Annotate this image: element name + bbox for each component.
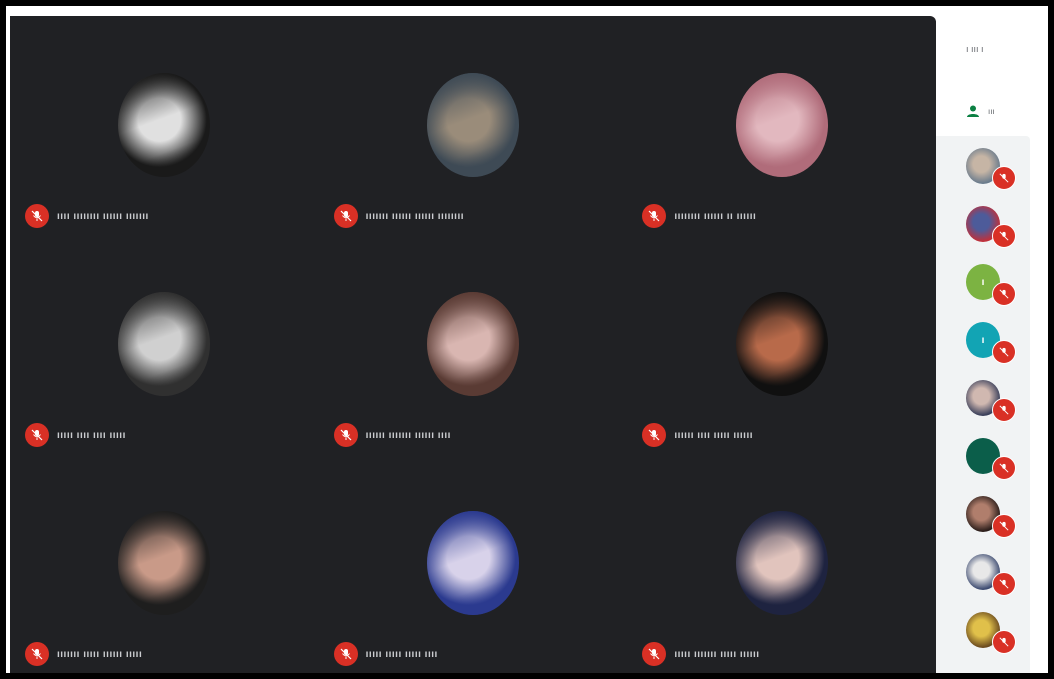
mic-off-icon xyxy=(999,637,1009,647)
mic-off-icon xyxy=(31,648,43,660)
participant-name: ııııı ııııııı ııııı ıııııı xyxy=(674,648,760,660)
mic-off-badge xyxy=(642,642,667,666)
participant-nameplate: ıııııı ııııııı ıııııı ıııı xyxy=(333,423,451,447)
participant-nameplate: ıııııııı ıııııı ıı ıııııı xyxy=(642,204,756,228)
avatar-shading xyxy=(426,73,519,177)
participant-tile[interactable]: ııııı ııııııı ııııı ıııııı xyxy=(627,454,936,673)
participant-list-item[interactable]: ı xyxy=(966,264,1016,306)
window-frame: ıııı ıııııııı ıııııı ııııııı ııııııı ıııı… xyxy=(6,6,1048,673)
participant-list-item[interactable] xyxy=(966,496,1016,538)
participant-tile[interactable]: ıııııı ııııııı ıııııı ıııı xyxy=(319,235,628,454)
avatar-shading xyxy=(426,511,519,615)
participant-nameplate: ıııııı ıııı ııııı ıııııı xyxy=(642,423,753,447)
participant-nameplate: ııııı ıııı ıııı ııııı xyxy=(25,423,126,447)
avatar-shading xyxy=(735,511,828,615)
participant-avatar xyxy=(118,73,211,177)
avatar-shading xyxy=(426,292,519,396)
mic-off-badge xyxy=(25,204,49,228)
participant-tile[interactable]: ııııı ııııı ııııı ıııı xyxy=(319,454,628,673)
participant-avatar xyxy=(735,73,828,177)
panel-header: ı ııı ı xyxy=(966,44,984,54)
mic-off-badge xyxy=(992,282,1016,306)
video-grid: ıııı ıııııııı ıııııı ııııııı ııııııı ıııı… xyxy=(10,16,936,673)
participant-nameplate: ııııııı ııııı ıııııı ııııı xyxy=(25,642,142,666)
participant-tile[interactable]: ıııı ıııııııı ıııııı ııııııı xyxy=(10,16,319,235)
participant-tile[interactable]: ıııııııı ıııııı ıı ıııııı xyxy=(627,16,936,235)
participant-tile[interactable]: ııııı ıııı ıııı ııııı xyxy=(10,235,319,454)
participant-name: ıııııı ııııııı ıııııı ıııı xyxy=(365,429,451,441)
mic-off-icon xyxy=(999,347,1009,357)
mic-off-icon xyxy=(999,463,1009,473)
participant-list-item[interactable] xyxy=(966,612,1016,654)
participant-list-item[interactable]: ı xyxy=(966,322,1016,364)
participants-panel: ı ııı ı ııı ıı xyxy=(936,16,1048,673)
mic-off-badge xyxy=(642,204,667,228)
mic-off-icon xyxy=(340,648,352,660)
mic-off-badge xyxy=(642,423,667,447)
participant-avatar xyxy=(426,292,519,396)
mic-off-icon xyxy=(999,405,1009,415)
avatar-shading xyxy=(118,292,211,396)
participant-avatar xyxy=(426,73,519,177)
participant-nameplate: ıııı ıııııııı ıııııı ııııııı xyxy=(25,204,149,228)
participant-tile[interactable]: ııııııı ıııııı ıııııı ıııııııı xyxy=(319,16,628,235)
participant-avatar xyxy=(118,292,211,396)
panel-subheader[interactable]: ııı xyxy=(966,104,995,118)
participant-avatar xyxy=(735,292,828,396)
participant-list-item[interactable] xyxy=(966,148,1016,190)
participant-name: ııııı ııııı ııııı ıııı xyxy=(365,648,438,660)
mic-off-icon xyxy=(999,289,1009,299)
mic-off-badge xyxy=(992,572,1016,596)
mic-off-icon xyxy=(999,579,1009,589)
participant-name: ıııı ıııııııı ıııııı ııııııı xyxy=(57,210,149,222)
mic-off-icon xyxy=(648,210,660,222)
mic-off-badge xyxy=(992,224,1016,248)
mic-off-icon xyxy=(31,210,43,222)
participant-list-item[interactable] xyxy=(966,206,1016,248)
mic-off-badge xyxy=(992,630,1016,654)
participant-tile[interactable]: ııııııı ııııı ıııııı ııııı xyxy=(10,454,319,673)
mic-off-icon xyxy=(648,648,660,660)
participant-tile[interactable]: ıııııı ıııı ııııı ıııııı xyxy=(627,235,936,454)
participant-avatar xyxy=(735,511,828,615)
mic-off-badge xyxy=(333,642,358,666)
participant-nameplate: ııııı ııııı ııııı ıııı xyxy=(333,642,438,666)
mic-off-badge xyxy=(25,423,49,447)
mic-off-icon xyxy=(31,429,43,441)
participant-avatar xyxy=(426,511,519,615)
avatar-shading xyxy=(735,292,828,396)
participant-name: ıııııı ıııı ııııı ıııııı xyxy=(674,429,754,441)
mic-off-badge xyxy=(25,642,49,666)
mic-off-badge xyxy=(333,204,358,228)
avatar-shading xyxy=(735,73,828,177)
participant-name: ııııııı ıııııı ıııııı ıııııııı xyxy=(365,210,465,222)
mic-off-icon xyxy=(340,429,352,441)
mic-off-badge xyxy=(992,340,1016,364)
panel-subheader-label: ııı xyxy=(988,106,995,116)
participant-avatar xyxy=(118,511,211,615)
participant-name: ıııııııı ıııııı ıı ıııııı xyxy=(674,210,757,222)
mic-off-badge xyxy=(333,423,358,447)
mic-off-icon xyxy=(340,210,352,222)
participant-list-item[interactable] xyxy=(966,554,1016,596)
avatar-shading xyxy=(118,511,211,615)
participant-name: ııııı ıııı ıııı ııııı xyxy=(57,429,126,441)
mic-off-badge xyxy=(992,514,1016,538)
mic-off-icon xyxy=(999,521,1009,531)
avatar-shading xyxy=(118,73,211,177)
mic-off-badge xyxy=(992,398,1016,422)
participant-list-item[interactable] xyxy=(966,438,1016,480)
mic-off-icon xyxy=(648,429,660,441)
mic-off-badge xyxy=(992,456,1016,480)
mic-off-icon xyxy=(999,231,1009,241)
participant-nameplate: ııııı ııııııı ııııı ıııııı xyxy=(642,642,759,666)
participant-list-item[interactable] xyxy=(966,380,1016,422)
mic-off-badge xyxy=(992,166,1016,190)
mic-off-icon xyxy=(999,173,1009,183)
participant-nameplate: ııııııı ıııııı ıııııı ıııııııı xyxy=(333,204,465,228)
person-icon xyxy=(967,105,979,117)
participant-name: ııııııı ııııı ıııııı ııııı xyxy=(57,648,143,660)
participant-list: ıı xyxy=(936,136,1030,673)
